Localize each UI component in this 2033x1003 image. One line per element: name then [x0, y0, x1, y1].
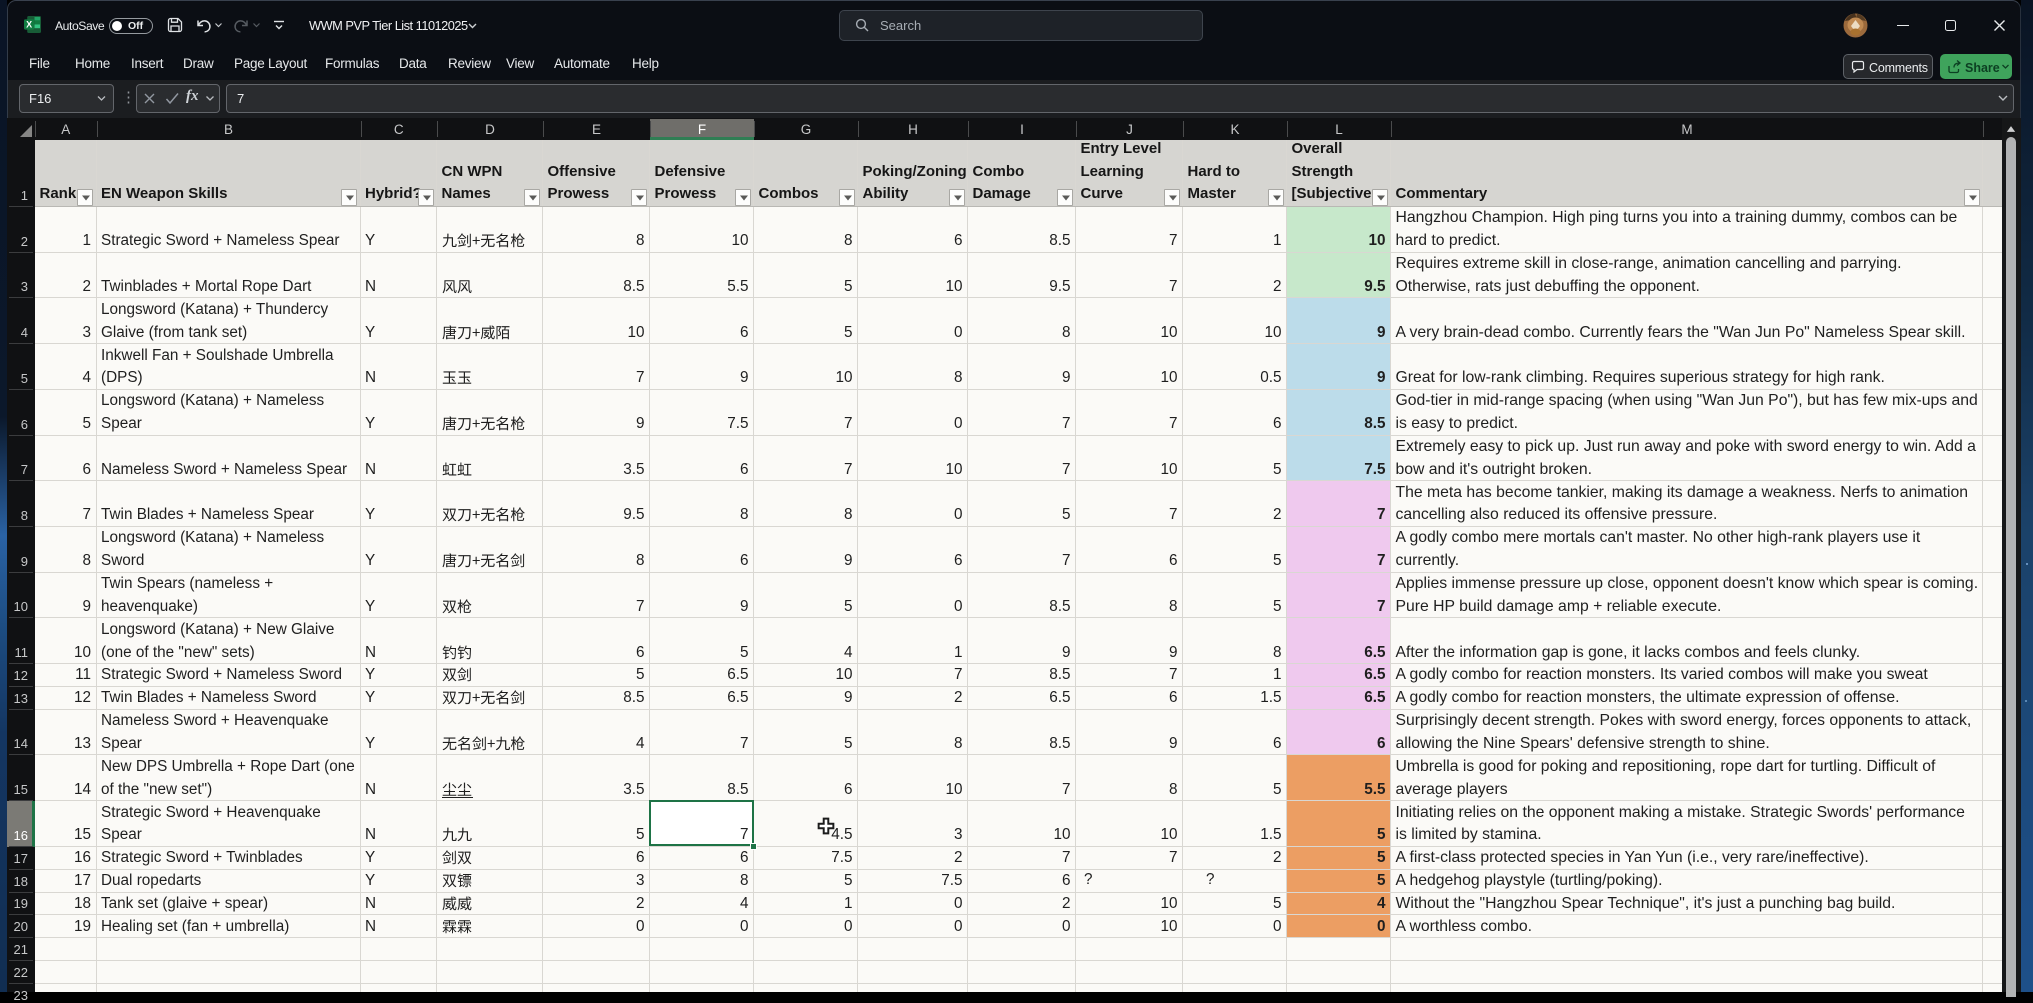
svg-text:X: X: [26, 20, 32, 30]
